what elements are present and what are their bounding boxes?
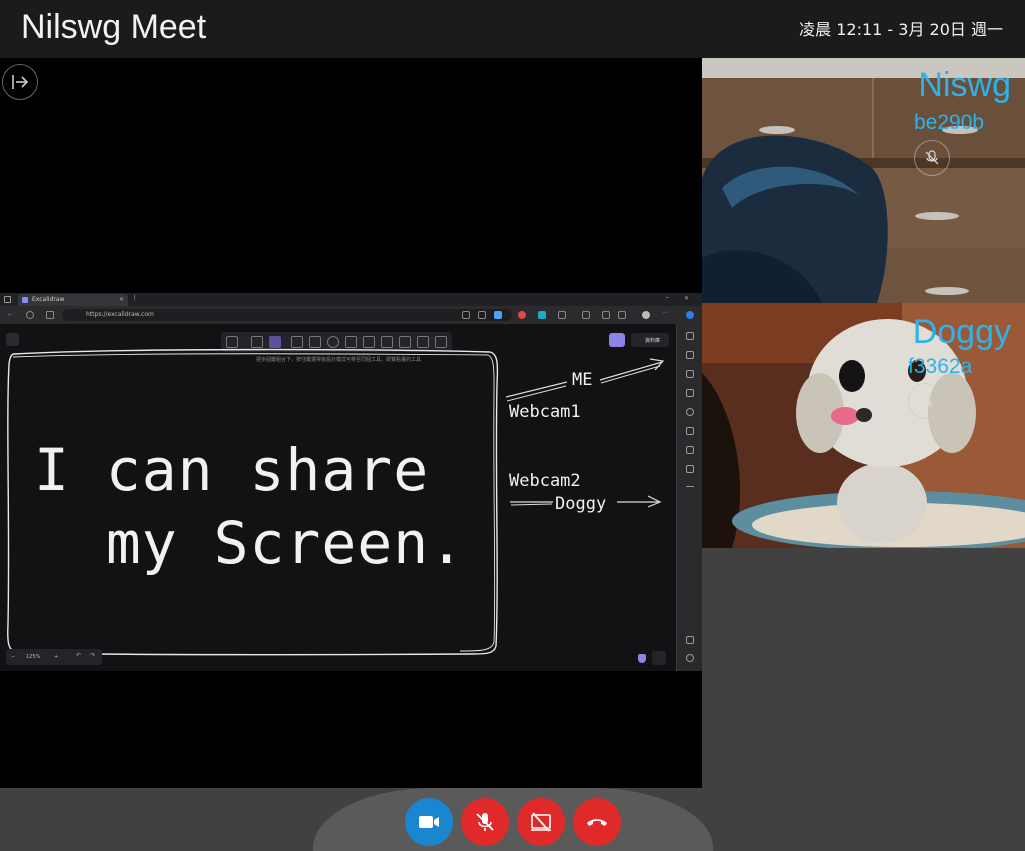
redo-icon: ↷: [90, 653, 96, 659]
sidebar-panel-icon: [686, 636, 694, 644]
sidebar-settings-icon: [686, 654, 694, 662]
zoom-in-icon: +: [54, 654, 59, 660]
sidebar-globe-icon: [686, 408, 694, 416]
performance-icon: [618, 311, 626, 319]
undo-icon: ↶: [76, 653, 82, 659]
participant-tile: Doggy f3362a: [702, 303, 1025, 548]
toggle-screen-share-button[interactable]: [517, 798, 565, 846]
bing-copilot-icon: [686, 311, 694, 319]
close-tab-icon: ✕: [118, 296, 124, 303]
tab-actions-icon: [4, 296, 11, 303]
extension-red-icon: [518, 311, 526, 319]
top-bar: Nilswg Meet 凌晨 12:11 - 3月 20日 週一: [0, 0, 1025, 58]
url-text: https://excalidraw.com: [86, 311, 154, 318]
participant-name: Doggy: [912, 313, 1011, 351]
annotation-me: ME: [572, 370, 593, 390]
sidebar-tool-icon: [686, 332, 694, 340]
participant-mute-indicator: [914, 140, 950, 176]
back-icon: ←: [6, 309, 14, 318]
hang-up-button[interactable]: [573, 798, 621, 846]
reader-icon: [462, 311, 470, 319]
window-close-icon: ✕: [684, 296, 690, 302]
undo-redo-controls: ↶ ↷: [70, 649, 102, 665]
minimize-icon: ⎯: [666, 295, 670, 301]
browser-tab-strip: Excalidraw ✕ | ⎯ ✕: [0, 293, 702, 306]
collections-icon: [602, 311, 610, 319]
favorites-icon: [582, 311, 590, 319]
zoom-out-icon: −: [11, 654, 16, 660]
extension-teal-icon: [538, 311, 546, 319]
toggle-microphone-button[interactable]: [461, 798, 509, 846]
mic-off-icon: [476, 813, 494, 831]
board-text-line-2: my Screen.: [34, 509, 466, 577]
browser-tab-title: Excalidraw: [32, 296, 65, 303]
toggle-camera-button[interactable]: [405, 798, 453, 846]
extension-icon: [558, 311, 566, 319]
shared-screen: Excalidraw ✕ | ⎯ ✕ ← https://excalidraw.…: [0, 293, 702, 671]
excalidraw-canvas: 把多個鍵組合下，按住鍵選擇後設計模式可移至同個工具，即寬點畫的工具 資料庫 I …: [0, 324, 676, 671]
url-field: https://excalidraw.com: [62, 309, 512, 321]
participant-tile: Niswg be290b: [702, 58, 1025, 303]
sidebar-bag-icon: [686, 370, 694, 378]
toggle-sidebar-button[interactable]: [2, 64, 38, 100]
annotation-doggy: Doggy: [555, 494, 607, 514]
sidebar-bell-icon: [686, 465, 694, 473]
sidebar-tag-icon: [686, 351, 694, 359]
sidebar-games-icon: [686, 427, 694, 435]
arrow-right-bar-icon: [12, 75, 29, 89]
video-camera-icon: [419, 816, 439, 828]
app-title: Nilswg Meet: [21, 8, 207, 46]
phone-hangup-icon: [587, 819, 607, 826]
reload-icon: [26, 311, 34, 319]
sidebar-send-icon: [686, 446, 694, 454]
browser-tab: Excalidraw ✕: [18, 294, 128, 306]
help-icon: [652, 651, 666, 665]
participant-id: f3362a: [908, 355, 973, 378]
shield-icon: [638, 654, 646, 663]
browser-sidebar: [676, 324, 702, 671]
participant-name: Niswg: [918, 66, 1011, 104]
zoom-level: 125%: [26, 654, 41, 660]
sidebar-add-icon: [686, 486, 694, 487]
home-icon: [46, 311, 54, 319]
board-text-line-1: I can share: [34, 436, 430, 504]
participant-mute-indicator: [908, 383, 944, 419]
annotation-webcam1: Webcam1: [509, 402, 581, 422]
main-stage: Excalidraw ✕ | ⎯ ✕ ← https://excalidraw.…: [0, 58, 702, 788]
mic-off-icon: [919, 393, 933, 408]
profile-avatar-icon: [642, 311, 650, 319]
sidebar-chart-icon: [686, 389, 694, 397]
screen-share-off-icon: [531, 812, 551, 832]
date-time: 凌晨 12:11 - 3月 20日 週一: [799, 20, 1003, 39]
browser-address-bar: ← https://excalidraw.com ···: [0, 306, 702, 324]
favorite-star-icon: [494, 311, 502, 319]
new-tab-icon: |: [134, 295, 136, 301]
meet-app: Nilswg Meet 凌晨 12:11 - 3月 20日 週一 Excalid…: [0, 0, 1025, 851]
annotation-webcam2: Webcam2: [509, 471, 581, 491]
excalidraw-favicon-icon: [22, 297, 28, 303]
call-controls: [313, 788, 713, 851]
mic-off-icon: [925, 150, 939, 165]
participant-id: be290b: [914, 111, 985, 134]
more-menu-icon: ···: [662, 309, 669, 316]
read-aloud-icon: [478, 311, 486, 319]
